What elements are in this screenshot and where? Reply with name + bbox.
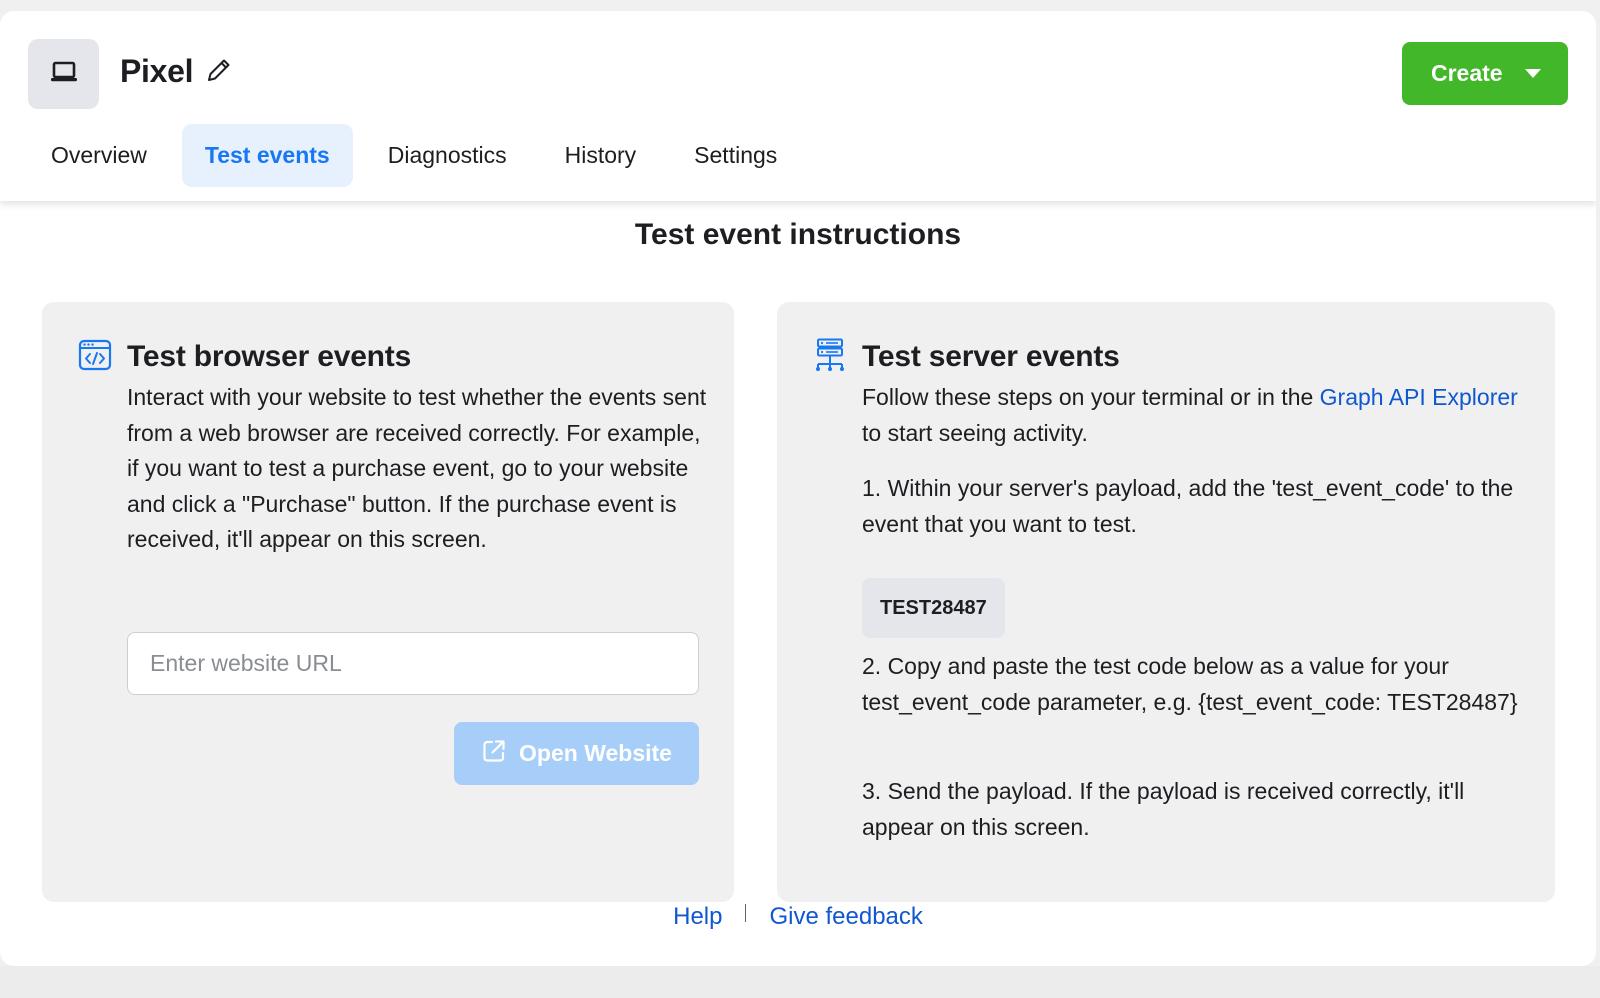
give-feedback-link[interactable]: Give feedback	[769, 903, 922, 931]
create-button-label: Create	[1431, 60, 1503, 86]
page-header: Pixel Create Overview Test events Diagno…	[0, 11, 1596, 201]
page-bottom-strip	[0, 966, 1600, 998]
server-icon	[813, 338, 847, 372]
page-title: Pixel	[120, 53, 194, 89]
graph-api-explorer-link[interactable]: Graph API Explorer	[1320, 384, 1518, 410]
tab-history[interactable]: History	[542, 124, 660, 187]
server-events-panel: Test server events Follow these steps on…	[777, 302, 1555, 902]
server-events-title: Test server events	[862, 340, 1120, 373]
open-website-label: Open Website	[519, 740, 672, 766]
browser-code-icon	[78, 338, 112, 372]
server-events-intro: Follow these steps on your terminal or i…	[862, 380, 1522, 451]
intro-text-before: Follow these steps on your terminal or i…	[862, 384, 1320, 410]
step-1-text: 1. Within your server's payload, add the…	[862, 475, 1514, 537]
footer-links: Help Give feedback	[0, 903, 1596, 931]
footer-divider	[745, 904, 747, 922]
external-link-icon	[481, 738, 507, 770]
step-3-text: 3. Send the payload. If the payload is r…	[862, 778, 1465, 840]
app-avatar	[28, 39, 99, 109]
test-code-badge[interactable]: TEST28487	[862, 578, 1005, 638]
caret-down-icon	[1525, 69, 1541, 78]
main-card: Pixel Create Overview Test events Diagno…	[0, 11, 1596, 966]
website-url-input[interactable]	[127, 632, 699, 695]
laptop-icon	[49, 60, 79, 89]
help-link[interactable]: Help	[673, 903, 722, 931]
browser-events-title: Test browser events	[127, 340, 412, 373]
tab-bar: Overview Test events Diagnostics History…	[28, 124, 812, 187]
tab-settings[interactable]: Settings	[671, 124, 800, 187]
section-title: Test event instructions	[634, 218, 962, 251]
browser-events-description: Interact with your website to test wheth…	[127, 384, 707, 552]
intro-text-after: to start seeing activity.	[862, 419, 1088, 446]
create-button[interactable]: Create	[1402, 42, 1568, 105]
open-website-button[interactable]: Open Website	[454, 722, 699, 785]
step-2-text: 2. Copy and paste the test code below as…	[862, 653, 1518, 715]
pencil-icon[interactable]	[204, 55, 234, 85]
tab-test-events[interactable]: Test events	[181, 124, 353, 187]
browser-events-panel: Test browser events Interact with your w…	[42, 302, 734, 902]
tab-diagnostics[interactable]: Diagnostics	[365, 124, 530, 187]
tab-overview[interactable]: Overview	[28, 124, 170, 187]
